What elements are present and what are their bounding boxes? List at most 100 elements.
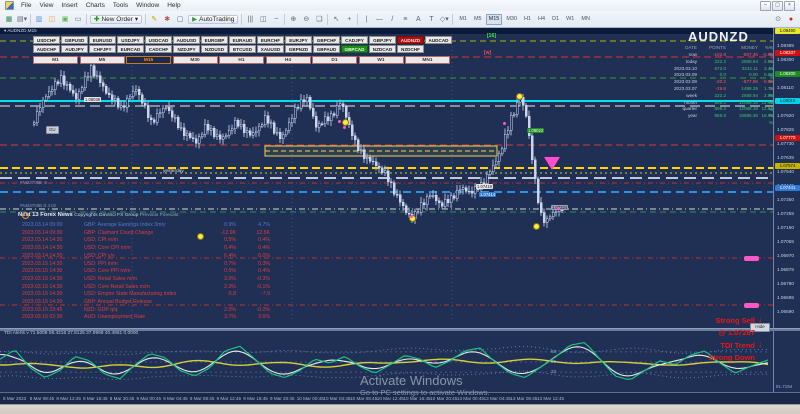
search-icon[interactable]: ⊙: [773, 14, 783, 25]
price-tag: 1.07419: [476, 184, 494, 189]
panel-timeframe-m15[interactable]: M15: [126, 56, 171, 64]
time-axis-label: 13 Mar 08:45: [510, 396, 538, 401]
pair-button-usdjpy[interactable]: USDJPY: [117, 36, 144, 44]
close-button[interactable]: ×: [784, 0, 795, 11]
tdi-level-label: 68: [551, 348, 557, 354]
chart-tab-label[interactable]: ▾ AUDNZD,M15: [0, 27, 800, 34]
pair-button-gbpaud[interactable]: GBPAUD: [313, 45, 340, 53]
candles-chart-icon[interactable]: ◫: [258, 14, 268, 25]
sell-signal-triangle-icon: [544, 157, 560, 170]
forex-news-header: Next 13 Forex News Copyrights DaVinci FX…: [18, 211, 454, 219]
toolbar-timeframe-m1[interactable]: M1: [456, 14, 470, 25]
pair-button-nzdusd[interactable]: NZDUSD: [201, 45, 228, 53]
pair-button-eurcad[interactable]: EURCAD: [117, 45, 144, 53]
toolbar-timeframe-m30[interactable]: M30: [503, 14, 520, 25]
panel-timeframe-m5[interactable]: M5: [79, 56, 125, 64]
menu-file[interactable]: File: [21, 2, 31, 9]
pair-button-btcusd[interactable]: BTCUSD: [229, 45, 256, 53]
panel-timeframe-mn1[interactable]: MN1: [405, 56, 450, 64]
pair-button-eurchf[interactable]: EURCHF: [257, 36, 284, 44]
time-axis-label: 8 Mar 08:45: [29, 396, 55, 401]
tester-icon[interactable]: ▭: [73, 14, 83, 25]
pair-button-eurjpy[interactable]: EURJPY: [285, 36, 312, 44]
panel-timeframe-m30[interactable]: M30: [172, 56, 218, 64]
pair-button-audcad[interactable]: AUDCAD: [425, 36, 452, 44]
pair-button-eurgbp[interactable]: EURGBP: [201, 36, 228, 44]
pair-button-cadchf[interactable]: CADCHF: [145, 45, 172, 53]
crosshair-icon[interactable]: +: [344, 14, 354, 25]
pair-button-audchf[interactable]: AUDCHF: [33, 45, 60, 53]
panel-timeframe-m1[interactable]: M1: [33, 56, 78, 64]
signal-circle-icon: [533, 223, 540, 230]
autotrading-button[interactable]: ▶ AutoTrading: [188, 14, 239, 24]
pair-button-audusd[interactable]: AUDUSD: [173, 36, 200, 44]
tile-windows-icon[interactable]: ❏: [314, 14, 324, 25]
price-level-box: 1.08015: [775, 98, 800, 104]
toolbar-timeframe-mn[interactable]: MN: [578, 14, 593, 25]
pair-button-gbpnzd[interactable]: GBPNZD: [285, 45, 312, 53]
new-chart-icon[interactable]: ▦: [4, 14, 14, 25]
minimize-button[interactable]: –: [760, 0, 771, 11]
zoom-in-icon[interactable]: ⊕: [288, 14, 298, 25]
zoom-out-icon[interactable]: ⊖: [301, 14, 311, 25]
options-icon[interactable]: ✱: [162, 14, 172, 25]
market-watch-icon[interactable]: ▥: [34, 14, 44, 25]
menu-view[interactable]: View: [39, 2, 53, 9]
pair-button-gbpusd[interactable]: GBPUSD: [61, 36, 88, 44]
metaeditor-icon[interactable]: ✎: [149, 14, 159, 25]
line-chart-icon[interactable]: ~: [271, 14, 281, 25]
toolbar-timeframe-w1[interactable]: W1: [563, 14, 577, 25]
alert-icon[interactable]: ●: [786, 14, 796, 25]
menu-window[interactable]: Window: [136, 2, 159, 9]
toolbar-timeframe-d1[interactable]: D1: [549, 14, 562, 25]
shapes-icon[interactable]: ◇▾: [439, 14, 449, 25]
label-icon[interactable]: T: [426, 14, 436, 25]
pair-button-usdcad[interactable]: USDCAD: [145, 36, 172, 44]
panel-timeframe-w1[interactable]: W1: [358, 56, 404, 64]
panel-timeframe-h1[interactable]: H1: [219, 56, 264, 64]
new-order-button[interactable]: ✚ New Order ▾: [90, 14, 143, 24]
pair-button-chfjpy[interactable]: CHFJPY: [89, 45, 116, 53]
pair-button-euraud[interactable]: EURAUD: [229, 36, 256, 44]
pair-button-cadjpy[interactable]: CADJPY: [341, 36, 368, 44]
toolbar-timeframe-h1[interactable]: H1: [521, 14, 534, 25]
pair-button-audjpy[interactable]: AUDJPY: [61, 45, 88, 53]
order-comment-label: #NI23708B sl 4.02: [20, 203, 57, 208]
text-icon[interactable]: A: [413, 14, 423, 25]
restore-button[interactable]: ▢: [772, 0, 783, 11]
fullscreen-icon[interactable]: ▢: [175, 14, 185, 25]
toolbar-timeframe-m15[interactable]: M15: [485, 13, 503, 25]
toolbar-timeframe-h4[interactable]: H4: [535, 14, 548, 25]
navigator-icon[interactable]: ◫: [47, 14, 57, 25]
time-axis-label: 9 Mar 08:45: [189, 396, 215, 401]
panel-timeframe-d1[interactable]: D1: [312, 56, 357, 64]
toolbar-timeframe-m5[interactable]: M5: [471, 14, 485, 25]
fibo-icon[interactable]: ≡: [400, 14, 410, 25]
hline-icon[interactable]: —: [374, 14, 384, 25]
price-scale[interactable]: 1.084901.083951.083001.082051.081101.080…: [744, 27, 800, 392]
pair-button-nzdcad[interactable]: NZDCAD: [369, 45, 396, 53]
pair-button-nzdjpy[interactable]: NZDJPY: [173, 45, 200, 53]
gu-label[interactable]: GU: [46, 126, 59, 134]
pair-button-gbpjpy[interactable]: GBPJPY: [369, 36, 396, 44]
pair-button-nzdchf[interactable]: NZDCHF: [397, 45, 424, 53]
trendline-icon[interactable]: /: [387, 14, 397, 25]
price-level-box: 1.07441: [775, 185, 800, 191]
terminal-icon[interactable]: ▣: [60, 14, 70, 25]
pair-button-gbpchf[interactable]: GBPCHF: [313, 36, 340, 44]
pair-button-eurusd[interactable]: EURUSD: [89, 36, 116, 44]
vline-icon[interactable]: |: [361, 14, 371, 25]
chevron-down-icon: ▾: [134, 16, 139, 23]
menu-tools[interactable]: Tools: [113, 2, 128, 9]
menu-charts[interactable]: Charts: [86, 2, 105, 9]
menu-insert[interactable]: Insert: [61, 2, 77, 9]
pair-button-xauusd[interactable]: XAUUSD: [257, 45, 284, 53]
panel-timeframe-h4[interactable]: H4: [265, 56, 311, 64]
cursor-icon[interactable]: ↖: [331, 14, 341, 25]
profiles-icon[interactable]: ▤▾: [17, 14, 27, 25]
menu-help[interactable]: Help: [167, 2, 180, 9]
pair-button-gbpcad[interactable]: GBPCAD: [341, 45, 368, 53]
bars-chart-icon[interactable]: |||: [245, 14, 255, 25]
pair-button-audnzd[interactable]: AUDNZD: [397, 36, 424, 44]
pair-button-usdchf[interactable]: USDCHF: [33, 36, 60, 44]
